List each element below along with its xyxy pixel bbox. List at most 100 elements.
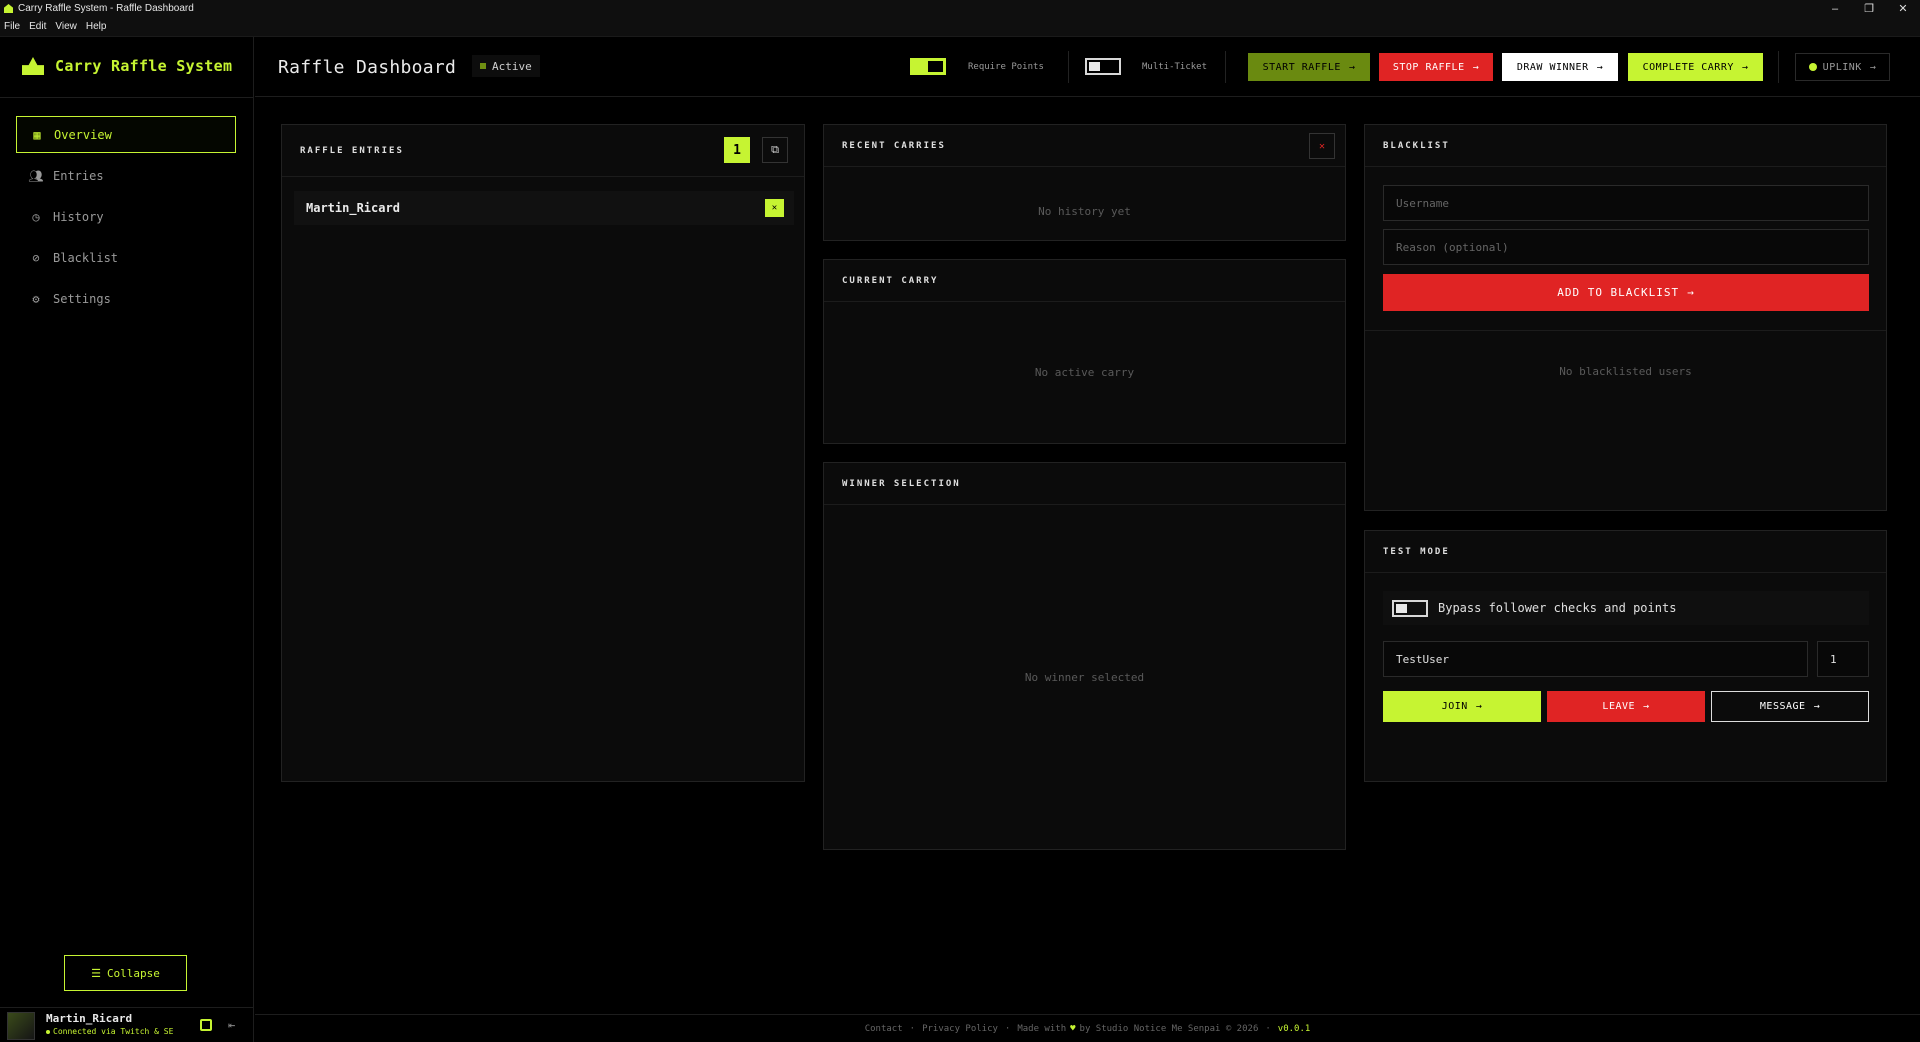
message-label: MESSAGE bbox=[1759, 701, 1806, 712]
require-points-toggle[interactable] bbox=[910, 58, 946, 75]
close-icon: ✕ bbox=[1318, 140, 1326, 152]
remove-entry-button[interactable]: ✕ bbox=[765, 199, 784, 217]
require-points-label: Require Points bbox=[968, 62, 1044, 72]
close-button[interactable]: ✕ bbox=[1886, 0, 1920, 17]
reason-input[interactable]: Reason (optional) bbox=[1383, 229, 1869, 265]
contact-link[interactable]: Contact bbox=[865, 1024, 903, 1034]
twitch-icon[interactable] bbox=[200, 1019, 212, 1031]
sidebar-item-label: Entries bbox=[53, 168, 104, 183]
draw-winner-button[interactable]: DRAW WINNER → bbox=[1502, 53, 1618, 81]
credits-text[interactable]: by Studio Notice Me Senpai © 2026 bbox=[1080, 1024, 1259, 1034]
window-title: Carry Raffle System - Raffle Dashboard bbox=[18, 3, 194, 14]
sidebar-item-label: Settings bbox=[53, 291, 111, 306]
sidebar-item-blacklist[interactable]: ⊘ Blacklist bbox=[16, 239, 236, 276]
add-to-blacklist-label: ADD TO BLACKLIST bbox=[1557, 286, 1680, 299]
entries-count-badge: 1 bbox=[724, 137, 750, 163]
arrow-right-icon: → bbox=[1348, 61, 1356, 73]
minimize-button[interactable]: – bbox=[1818, 0, 1852, 17]
join-label: JOIN bbox=[1441, 701, 1468, 712]
bypass-row: Bypass follower checks and points bbox=[1383, 591, 1869, 625]
test-username-input[interactable]: TestUser bbox=[1383, 641, 1808, 677]
sidebar-item-history[interactable]: ◷ History bbox=[16, 198, 236, 235]
multi-ticket-label: Multi-Ticket bbox=[1142, 62, 1208, 72]
panel-title: TEST MODE bbox=[1365, 531, 1886, 573]
avatar[interactable] bbox=[7, 1012, 35, 1040]
complete-carry-button[interactable]: COMPLETE CARRY → bbox=[1628, 53, 1763, 81]
list-item[interactable]: Martin_Ricard ✕ bbox=[294, 191, 794, 225]
sidebar: Carry Raffle System ▦ Overview 👥︎ Entrie… bbox=[0, 37, 254, 1042]
collapse-icon: ☰ bbox=[91, 966, 101, 980]
multi-ticket-toggle[interactable] bbox=[1085, 58, 1121, 75]
crown-logo-icon bbox=[22, 57, 44, 75]
menu-view[interactable]: View bbox=[55, 21, 77, 32]
footer: Contact · Privacy Policy · Made with ♥ b… bbox=[255, 1014, 1920, 1042]
join-button[interactable]: JOIN → bbox=[1383, 691, 1541, 722]
window-title-bar: Carry Raffle System - Raffle Dashboard –… bbox=[0, 0, 1920, 17]
add-to-blacklist-button[interactable]: ADD TO BLACKLIST → bbox=[1383, 274, 1869, 311]
status-indicator-icon bbox=[480, 63, 486, 69]
arrow-right-icon: → bbox=[1475, 701, 1483, 712]
panel-title: BLACKLIST bbox=[1365, 125, 1886, 167]
entry-username: Martin_Ricard bbox=[306, 201, 400, 215]
clear-history-button[interactable]: ✕ bbox=[1309, 133, 1335, 159]
user-name: Martin_Ricard bbox=[46, 1012, 133, 1025]
copy-entries-button[interactable]: ⧉ bbox=[762, 137, 788, 163]
logout-icon[interactable]: ⇤ bbox=[228, 1018, 235, 1032]
empty-state: No blacklisted users bbox=[1559, 365, 1692, 378]
current-carry-panel: CURRENT CARRY No active carry bbox=[823, 259, 1346, 444]
test-mode-panel: TEST MODE Bypass follower checks and poi… bbox=[1364, 530, 1887, 782]
sidebar-item-settings[interactable]: ⚙ Settings bbox=[16, 280, 236, 317]
arrow-right-icon: → bbox=[1472, 61, 1480, 73]
sidebar-nav: ▦ Overview 👥︎ Entries ◷ History ⊘ Blackl… bbox=[16, 116, 236, 321]
heart-icon: ♥ bbox=[1070, 1023, 1076, 1034]
separator: · bbox=[1004, 1023, 1011, 1034]
brand[interactable]: Carry Raffle System bbox=[22, 57, 232, 75]
divider bbox=[1778, 51, 1779, 83]
privacy-link[interactable]: Privacy Policy bbox=[922, 1024, 998, 1034]
start-raffle-button[interactable]: START RAFFLE → bbox=[1248, 53, 1370, 81]
recent-carries-panel: RECENT CARRIES ✕ No history yet bbox=[823, 124, 1346, 241]
close-icon: ✕ bbox=[771, 203, 778, 213]
status-badge: Active bbox=[472, 55, 540, 77]
leave-button[interactable]: LEAVE → bbox=[1547, 691, 1705, 722]
uplink-button[interactable]: UPLINK → bbox=[1795, 53, 1890, 81]
window-controls: – ❐ ✕ bbox=[1818, 0, 1920, 17]
sidebar-item-entries[interactable]: 👥︎ Entries bbox=[16, 157, 236, 194]
arrow-right-icon: → bbox=[1643, 701, 1650, 712]
header: Raffle Dashboard Active Require Points M… bbox=[255, 37, 1920, 97]
maximize-button[interactable]: ❐ bbox=[1852, 0, 1886, 17]
connection-status-text: Connected via Twitch & SE bbox=[53, 1027, 174, 1036]
menu-file[interactable]: File bbox=[4, 21, 20, 32]
test-quantity-input[interactable]: 1 bbox=[1817, 641, 1869, 677]
divider bbox=[1068, 51, 1069, 83]
separator: · bbox=[909, 1023, 916, 1034]
leave-label: LEAVE bbox=[1602, 701, 1636, 712]
panel-title: CURRENT CARRY bbox=[824, 260, 1345, 302]
arrow-right-icon: → bbox=[1596, 61, 1604, 73]
sidebar-item-overview[interactable]: ▦ Overview bbox=[16, 116, 236, 153]
complete-carry-label: COMPLETE CARRY bbox=[1642, 61, 1734, 73]
username-input[interactable]: Username bbox=[1383, 185, 1869, 221]
start-raffle-label: START RAFFLE bbox=[1262, 61, 1341, 73]
sidebar-item-label: Blacklist bbox=[53, 250, 119, 265]
message-button[interactable]: MESSAGE → bbox=[1711, 691, 1869, 722]
bypass-toggle[interactable] bbox=[1392, 599, 1428, 617]
users-icon: 👥︎ bbox=[28, 168, 44, 183]
user-bar: Martin_Ricard Connected via Twitch & SE … bbox=[0, 1007, 254, 1042]
bypass-label: Bypass follower checks and points bbox=[1438, 601, 1677, 615]
empty-state: No winner selected bbox=[1024, 671, 1145, 684]
divider bbox=[0, 97, 254, 98]
app-icon bbox=[4, 4, 13, 13]
gear-icon: ⚙ bbox=[32, 291, 40, 306]
stop-raffle-button[interactable]: STOP RAFFLE → bbox=[1379, 53, 1493, 81]
status-dot-icon bbox=[46, 1029, 50, 1034]
collapse-button[interactable]: ☰ Collapse bbox=[64, 955, 187, 991]
panel-title: RECENT CARRIES bbox=[824, 125, 1345, 167]
made-with-text: Made with bbox=[1017, 1023, 1067, 1034]
stop-raffle-label: STOP RAFFLE bbox=[1392, 61, 1465, 73]
menu-edit[interactable]: Edit bbox=[29, 21, 46, 32]
menu-help[interactable]: Help bbox=[86, 21, 107, 32]
connection-status: Connected via Twitch & SE bbox=[46, 1027, 173, 1036]
draw-winner-label: DRAW WINNER bbox=[1516, 61, 1589, 73]
sidebar-item-label: History bbox=[53, 209, 104, 224]
